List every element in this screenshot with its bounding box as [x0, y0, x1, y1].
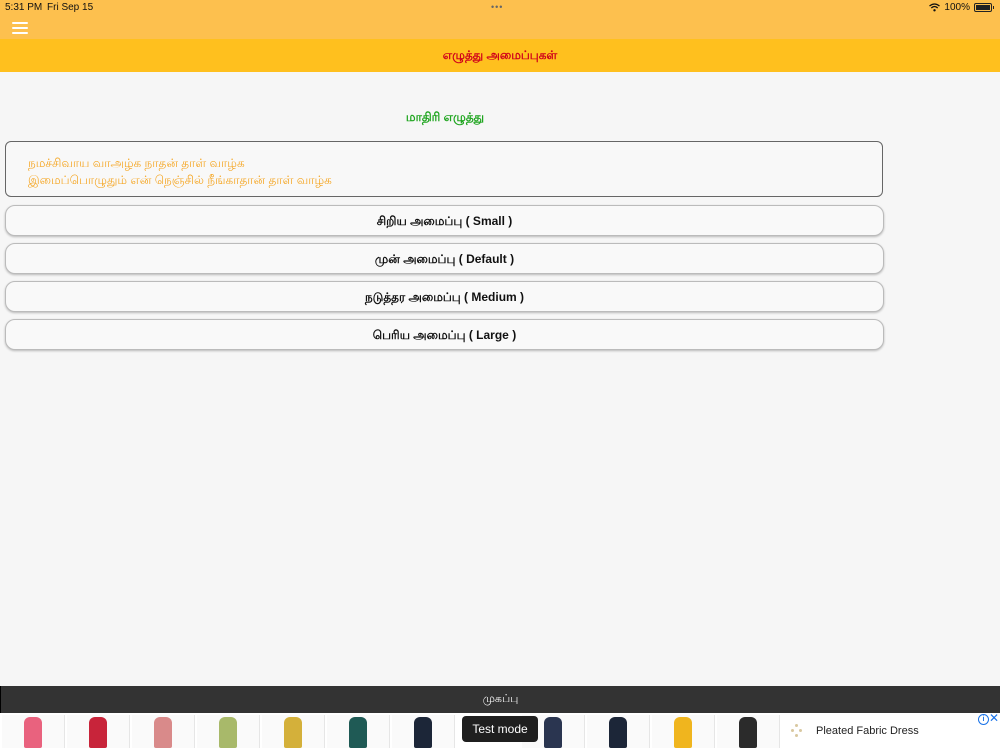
close-icon[interactable]: ✕ [989, 711, 999, 725]
status-date: Fri Sep 15 [47, 2, 94, 13]
test-mode-badge: Test mode [462, 716, 538, 742]
font-size-small-button[interactable]: சிறிய அமைப்பு ( Small ) [5, 205, 884, 236]
page-title: எழுத்து அமைப்புகள் [0, 39, 1000, 72]
ad-product-image[interactable] [2, 715, 65, 748]
ad-product-image[interactable] [717, 715, 780, 748]
preview-text-box: நமச்சிவாய வாஅழ்க நாதன் தாள் வாழ்க இமைப்ப… [5, 141, 883, 197]
ad-product-image[interactable] [587, 715, 650, 748]
ad-product-icon [790, 724, 804, 738]
ad-product-title[interactable]: Pleated Fabric Dress [816, 725, 919, 737]
battery-icon [974, 3, 992, 12]
preview-line-1: நமச்சிவாய வாஅழ்க நாதன் தாள் வாழ்க [28, 156, 245, 170]
status-indicators: 100% [929, 2, 994, 13]
font-size-large-button[interactable]: பெரிய அமைப்பு ( Large ) [5, 319, 884, 350]
wifi-icon [929, 3, 941, 12]
navigation-bar [0, 16, 1000, 39]
ad-product-image[interactable] [327, 715, 390, 748]
multitasking-dots-icon[interactable]: ••• [491, 2, 503, 12]
info-icon[interactable]: i [978, 714, 989, 725]
status-bar: 5:31 PM Fri Sep 15 ••• 100% [0, 0, 1000, 16]
ad-product-image[interactable] [392, 715, 455, 748]
battery-percent: 100% [944, 2, 970, 13]
hamburger-menu-icon[interactable] [12, 22, 28, 34]
ad-product-image[interactable] [262, 715, 325, 748]
ad-product-image[interactable] [197, 715, 260, 748]
font-size-default-button[interactable]: முன் அமைப்பு ( Default ) [5, 243, 884, 274]
home-button[interactable]: முகப்பு [0, 686, 1000, 713]
ad-product-image[interactable] [132, 715, 195, 748]
ad-product-image[interactable] [67, 715, 130, 748]
ad-product-image[interactable] [652, 715, 715, 748]
status-time: 5:31 PM [5, 2, 43, 13]
preview-line-2: இமைப்பொழுதும் என் நெஞ்சில் நீங்காதான் தா… [28, 173, 332, 187]
battery-nub [993, 6, 994, 9]
font-size-medium-button[interactable]: நடுத்தர அமைப்பு ( Medium ) [5, 281, 884, 312]
preview-heading: மாதிரி எழுத்து [405, 110, 485, 124]
